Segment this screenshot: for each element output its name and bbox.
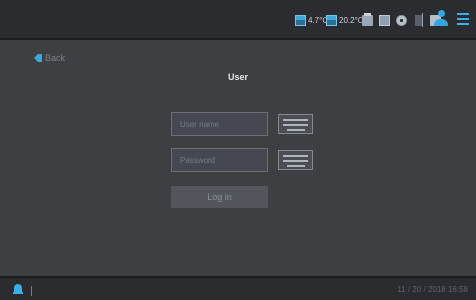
device-status-icons bbox=[362, 12, 443, 28]
top-status-bar: 4.7°C 20.2°C bbox=[0, 0, 476, 40]
back-button[interactable]: Back bbox=[34, 53, 65, 63]
temperature-1: 4.7°C bbox=[295, 12, 328, 28]
menu-icon[interactable] bbox=[457, 13, 469, 25]
temperature-2: 20.2°C bbox=[326, 12, 364, 28]
datetime: 11 / 20 / 2018 16:58 bbox=[397, 285, 468, 294]
disc-icon[interactable] bbox=[396, 14, 407, 26]
printer-icon[interactable] bbox=[362, 12, 373, 26]
bell-icon[interactable] bbox=[13, 284, 23, 295]
back-label: Back bbox=[45, 53, 66, 63]
keyboard-icon[interactable] bbox=[278, 150, 313, 170]
page-title: User bbox=[227, 72, 248, 82]
tank-icon bbox=[295, 14, 306, 26]
keyboard-icon[interactable] bbox=[278, 114, 313, 134]
bottom-status-bar: 11 / 20 / 2018 16:58 bbox=[0, 276, 476, 300]
password-field[interactable] bbox=[171, 148, 268, 172]
user-icon[interactable] bbox=[434, 10, 448, 28]
username-field[interactable] bbox=[171, 112, 268, 136]
footer-divider bbox=[31, 286, 32, 296]
usb-icon[interactable] bbox=[415, 14, 422, 26]
login-button[interactable]: Log in bbox=[171, 186, 268, 208]
tank-icon bbox=[326, 14, 337, 26]
temperature-2-value: 20.2°C bbox=[339, 15, 364, 25]
header-divider bbox=[422, 13, 423, 27]
storage-icon[interactable] bbox=[379, 14, 390, 26]
